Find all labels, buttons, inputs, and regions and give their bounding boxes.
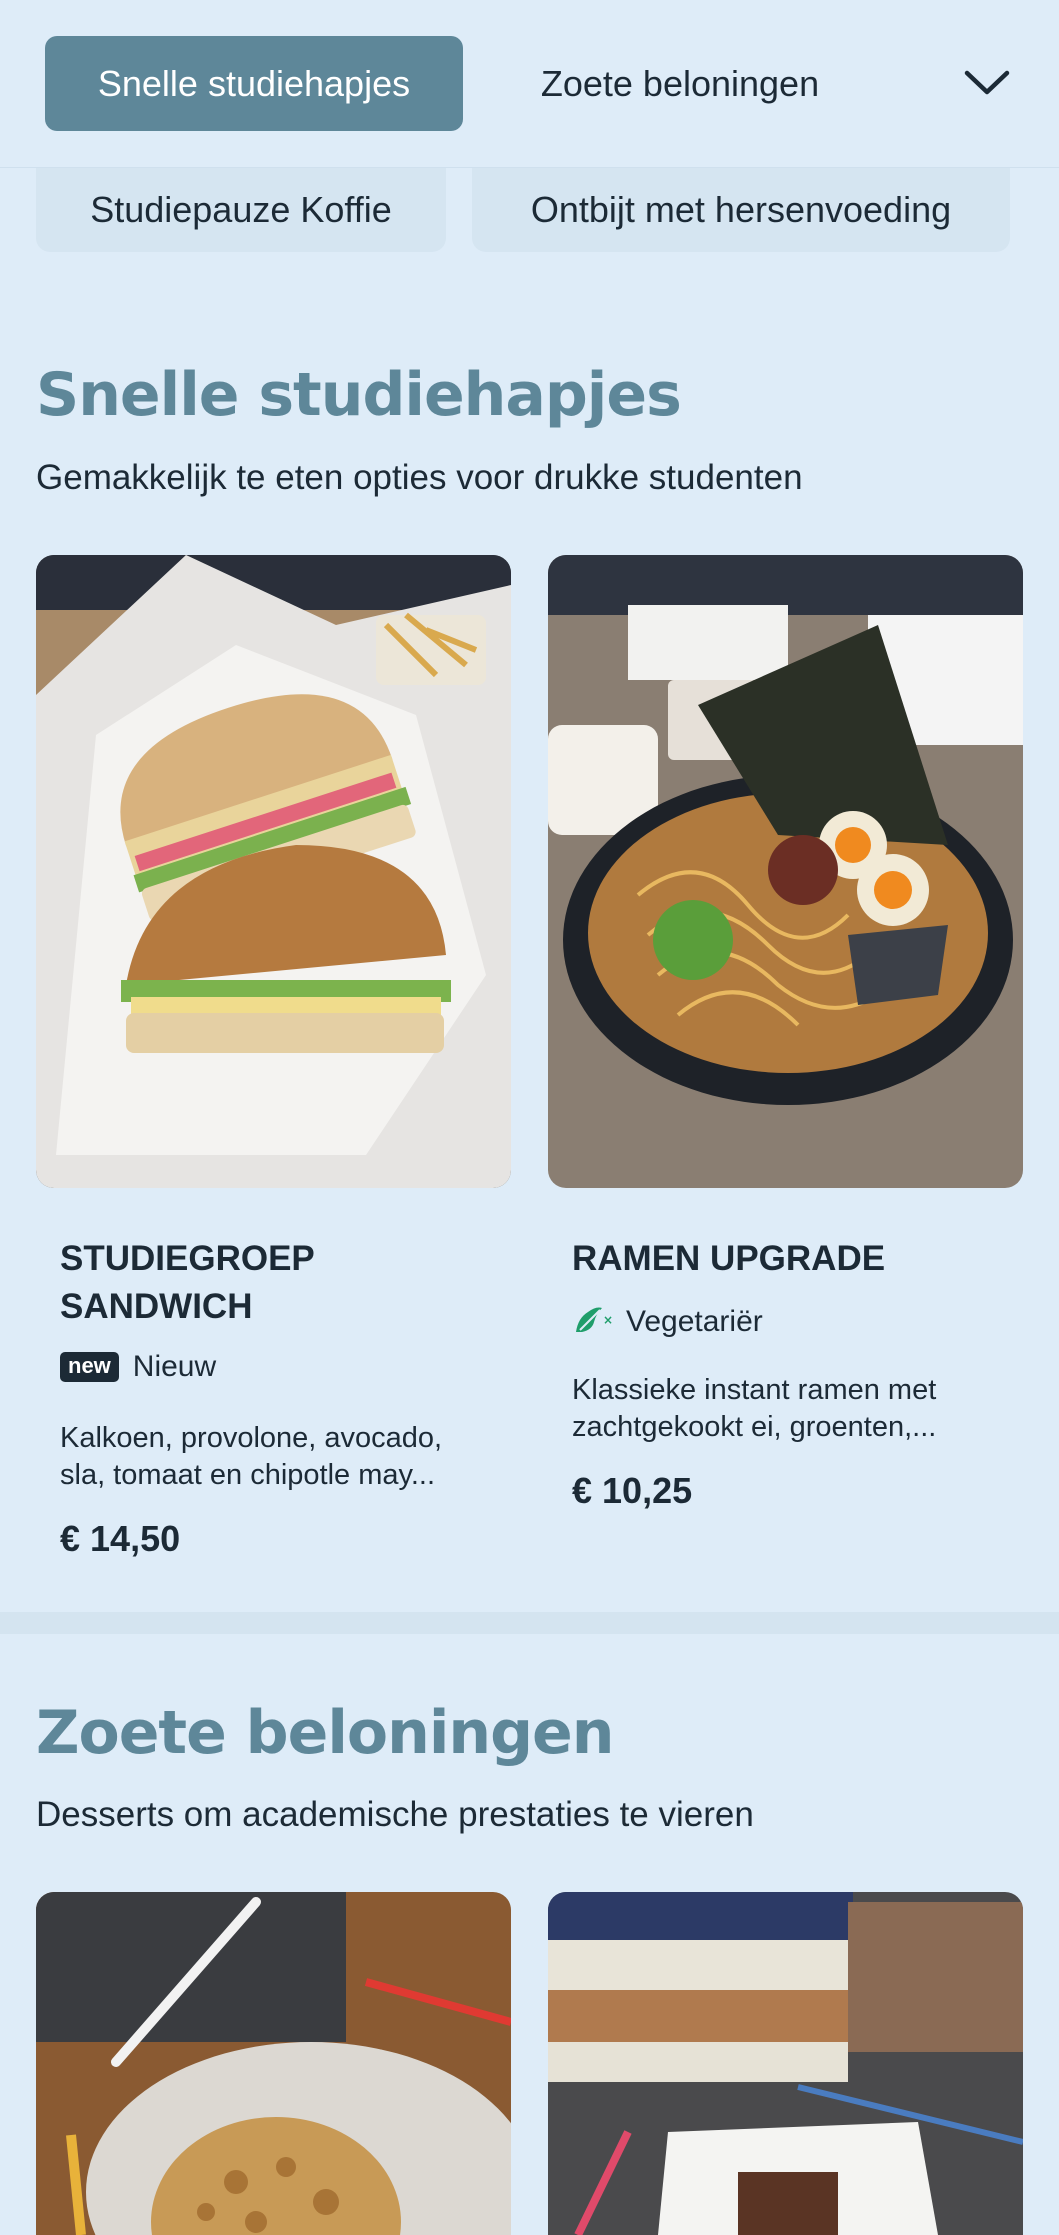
item-price: € 14,50 (60, 1518, 181, 1559)
brownie-photo[interactable] (548, 1892, 1023, 2235)
section-divider (0, 1612, 1059, 1634)
section-title: Zoete beloningen (36, 1698, 614, 1768)
item-description-line: Klassieke instant ramen met (572, 1374, 937, 1406)
new-badge-label: Nieuw (132, 1350, 217, 1383)
item-title-line: RAMEN UPGRADE (572, 1239, 886, 1278)
item-price: € 10,25 (572, 1470, 693, 1511)
section-subtitle: Gemakkelijk te eten opties voor drukke s… (36, 458, 803, 497)
category-chips: Studiepauze Koffie Ontbijt met hersenvoe… (0, 168, 1059, 258)
ramen-photo[interactable] (548, 555, 1023, 1188)
chip-ontbijt-hersenvoeding[interactable]: Ontbijt met hersenvoeding (472, 168, 1010, 252)
item-description-line: sla, tomaat en chipotle may... (60, 1459, 436, 1491)
item-description: Klassieke instant ramen met zachtgekookt… (572, 1372, 936, 1446)
sandwich-photo[interactable] (36, 555, 511, 1188)
vegetarian-icon: × (572, 1300, 613, 1344)
vegetarian-label: Vegetariër (626, 1305, 763, 1338)
item-title-line: SANDWICH (60, 1287, 253, 1326)
item-description: Kalkoen, provolone, avocado, sla, tomaat… (60, 1420, 442, 1494)
item-description-line: Kalkoen, provolone, avocado, (60, 1422, 443, 1454)
new-badge: new (60, 1352, 119, 1382)
tab-snelle-studiehapjes[interactable]: Snelle studiehapjes (45, 36, 463, 131)
tab-zoete-beloningen[interactable]: Zoete beloningen (500, 36, 860, 131)
vegetarian-tag: × Vegetariër (572, 1300, 763, 1344)
category-nav: Snelle studiehapjes Zoete beloningen (0, 0, 1059, 168)
item-title[interactable]: RAMEN UPGRADE (572, 1235, 885, 1283)
section-subtitle: Desserts om academische prestaties te vi… (36, 1795, 754, 1834)
new-badge-row: new Nieuw (60, 1350, 216, 1384)
section-title: Snelle studiehapjes (36, 360, 682, 430)
chip-studiepauze-koffie[interactable]: Studiepauze Koffie (36, 168, 446, 252)
svg-text:×: × (603, 1313, 612, 1327)
item-title-line: STUDIEGROEP (60, 1239, 315, 1278)
chevron-down-icon[interactable] (955, 55, 1019, 111)
item-description-line: zachtgekookt ei, groenten,... (572, 1411, 937, 1443)
cookie-photo[interactable] (36, 1892, 511, 2235)
item-title[interactable]: STUDIEGROEP SANDWICH (60, 1235, 315, 1331)
